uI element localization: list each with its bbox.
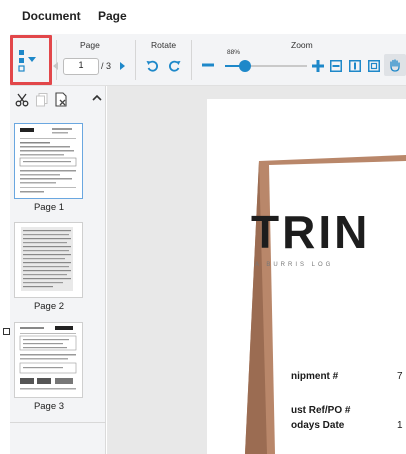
logo-text: TRIN <box>251 206 371 258</box>
fit-width-icon[interactable] <box>330 60 342 72</box>
page-canvas: TRIN A BURRIS LOG nipment # 7 ust Ref/PO… <box>207 99 406 454</box>
view-mode-icon <box>18 50 36 72</box>
zoom-in-icon[interactable] <box>312 60 324 72</box>
scissors-icon[interactable] <box>15 93 29 107</box>
field-label: nipment # <box>291 371 339 382</box>
zoom-out-icon[interactable] <box>202 61 214 69</box>
field-label: odays Date <box>291 420 345 431</box>
rotate-left-icon[interactable] <box>145 59 159 73</box>
copy-icon[interactable] <box>36 93 48 107</box>
delete-page-icon[interactable] <box>55 92 69 107</box>
menu-document[interactable]: Document <box>22 9 81 23</box>
sidebar-divider <box>10 422 106 423</box>
toolbar-separator <box>135 40 136 80</box>
actual-size-icon[interactable] <box>368 60 380 72</box>
page-1-preview <box>19 128 77 193</box>
toolbar-separator <box>191 40 192 80</box>
thumbnail-page-3[interactable] <box>14 322 83 398</box>
next-page-icon[interactable] <box>118 61 126 71</box>
view-mode-button[interactable] <box>10 35 52 85</box>
zoom-slider[interactable] <box>225 60 307 72</box>
resize-handle[interactable] <box>3 328 10 335</box>
logo-subtitle: A BURRIS LOG <box>255 262 334 268</box>
field-value: 7 <box>397 371 403 382</box>
thumbnail-label: Page 1 <box>33 202 65 213</box>
thumbnail-page-1[interactable] <box>14 123 83 199</box>
zoom-slider-thumb[interactable] <box>238 60 251 72</box>
page-2-preview <box>21 227 73 291</box>
zoom-percent: 88% <box>227 49 241 56</box>
page-total: / 3 <box>101 61 112 71</box>
menu-bar: Document Page <box>0 0 406 34</box>
document-view[interactable]: TRIN A BURRIS LOG nipment # 7 ust Ref/PO… <box>107 86 406 454</box>
rotate-group-label: Rotate <box>151 40 177 50</box>
rotate-right-icon[interactable] <box>168 59 182 73</box>
toolbar-separator <box>56 40 57 80</box>
page-group-label: Page <box>80 40 100 50</box>
thumbnail-label: Page 2 <box>33 301 65 312</box>
menu-page[interactable]: Page <box>98 9 127 23</box>
field-value: 1 <box>397 420 403 431</box>
previous-page-icon[interactable] <box>52 61 60 71</box>
scanned-photo <box>245 155 406 454</box>
zoom-group-label: Zoom <box>291 40 313 50</box>
page-number-input[interactable]: 1 <box>63 58 99 75</box>
collapse-up-icon[interactable] <box>92 94 102 102</box>
thumbnail-sidebar: Page 1 Page 2 Page 3 <box>10 86 106 454</box>
pan-hand-icon <box>390 59 400 72</box>
toolbar: Page 1 / 3 Rotate Zoom 88% <box>10 34 406 86</box>
thumbnail-label: Page 3 <box>33 401 65 412</box>
pan-tool-button[interactable] <box>384 54 406 76</box>
chevron-down-icon <box>28 57 36 62</box>
thumbnail-page-2[interactable] <box>14 222 83 298</box>
page-3-preview <box>19 326 77 390</box>
field-label: ust Ref/PO # <box>291 405 351 416</box>
fit-page-icon[interactable] <box>349 60 361 72</box>
